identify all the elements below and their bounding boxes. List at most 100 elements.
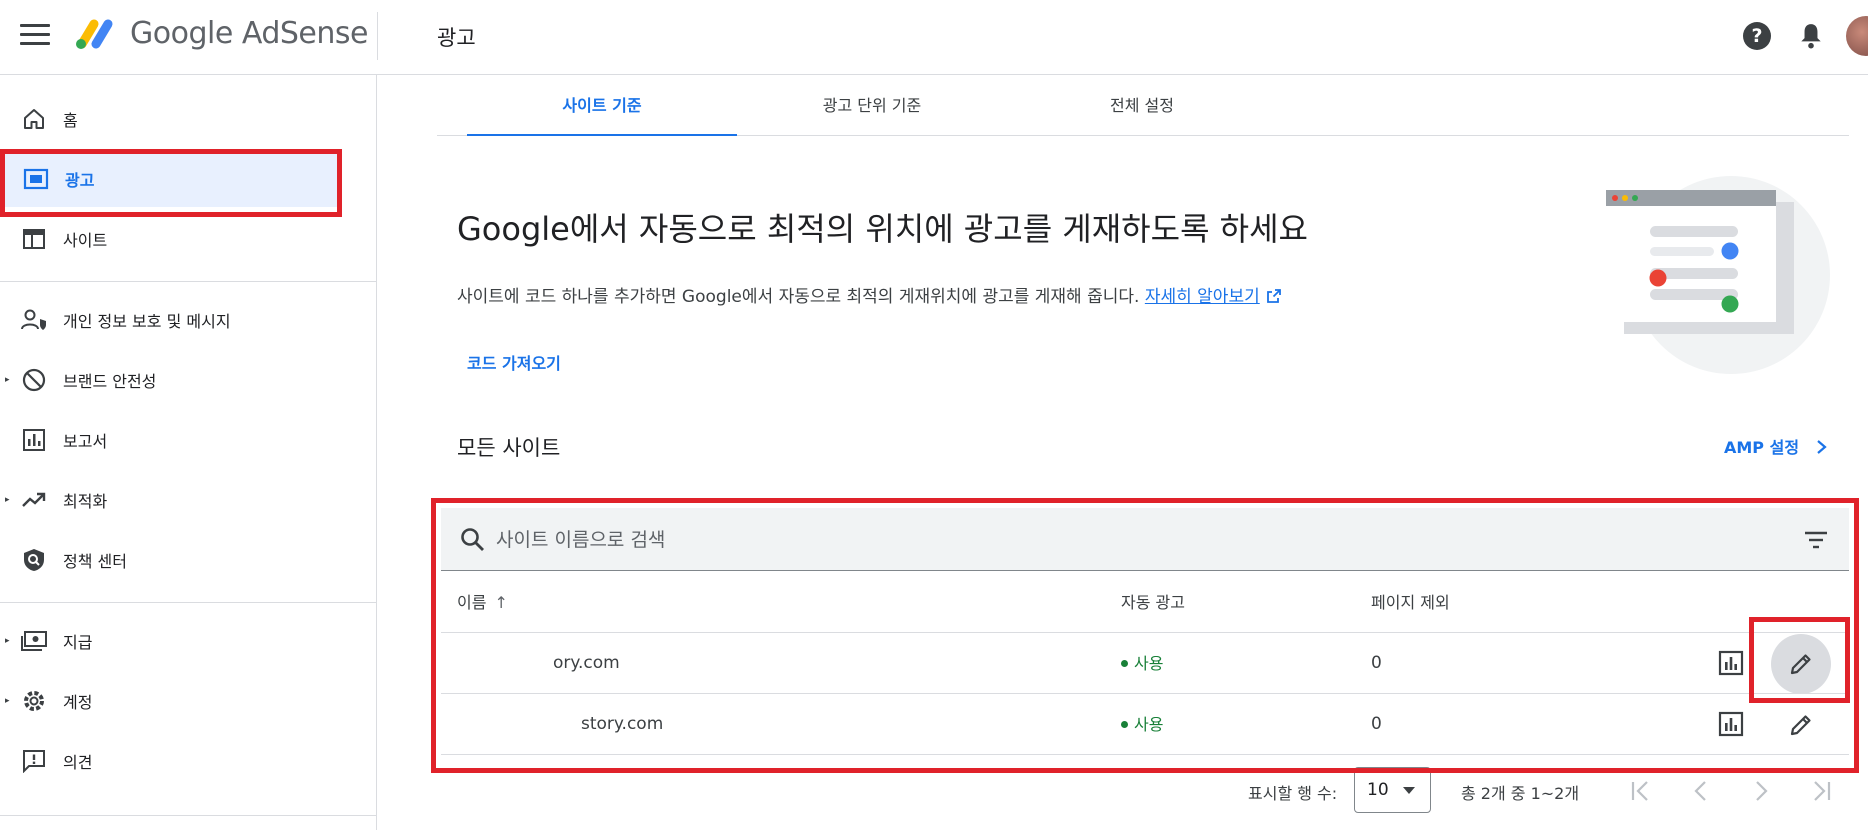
sidebar-item-label: 보고서 [63, 432, 108, 451]
notification-bell-icon[interactable] [1798, 22, 1824, 50]
sidebar-item-label: 계정 [63, 693, 93, 712]
page-exclusions-count: 0 [1371, 714, 1382, 734]
sidebar-item-policy-center[interactable]: 정책 센터 [0, 532, 376, 588]
column-header-name-label: 이름 [457, 593, 487, 612]
auto-ads-status: 사용 [1121, 694, 1163, 756]
first-page-icon[interactable] [1628, 778, 1654, 804]
site-name: story.com [581, 714, 664, 734]
description-text: 사이트에 코드 하나를 추가하면 Google에서 자동으로 최적의 게재위치에… [457, 287, 1140, 307]
auto-ads-heading: Google에서 자동으로 최적의 위치에 광고를 게재하도록 하세요 [457, 210, 1308, 248]
feedback-icon [20, 747, 48, 775]
sidebar-item-sites[interactable]: 사이트 [0, 211, 376, 267]
home-icon [20, 105, 48, 133]
rows-per-page-value: 10 [1367, 780, 1389, 800]
trending-up-icon [20, 486, 48, 514]
auto-ads-description: 사이트에 코드 하나를 추가하면 Google에서 자동으로 최적의 게재위치에… [457, 282, 1282, 307]
search-icon [461, 528, 484, 551]
open-in-new-icon[interactable] [1266, 288, 1282, 304]
status-dot-icon [1121, 660, 1128, 667]
all-sites-heading: 모든 사이트 [457, 436, 561, 460]
ads-icon [22, 165, 50, 193]
top-app-bar: Google AdSense 광고 ? [0, 0, 1868, 75]
sidebar-item-home[interactable]: 홈 [0, 91, 376, 147]
sidebar-item-label: 지급 [63, 633, 93, 652]
block-icon [20, 366, 48, 394]
bar-chart-icon [20, 426, 48, 454]
sidebar-nav: 홈 광고 사이트 개인 정보 보호 및 메시지 ▸ 브랜드 안전성 보고서 ▸ [0, 75, 377, 830]
amp-settings-label: AMP 설정 [1724, 438, 1800, 457]
policy-shield-icon [20, 546, 48, 574]
get-code-button[interactable]: 코드 가져오기 [467, 350, 561, 374]
chevron-right-icon [1816, 440, 1827, 454]
sites-table-header: 이름 ↑ 자동 광고 페이지 제외 [441, 572, 1849, 633]
gear-icon [20, 687, 48, 715]
edit-button[interactable] [1771, 695, 1831, 755]
sidebar-item-label: 사이트 [63, 231, 108, 250]
sites-icon [20, 225, 48, 253]
dropdown-arrow-icon [1403, 787, 1415, 794]
sidebar-divider [0, 815, 376, 816]
menu-icon[interactable] [20, 24, 50, 48]
status-label: 사용 [1134, 715, 1164, 734]
edit-button[interactable] [1771, 634, 1831, 694]
adsense-logo-icon [76, 19, 113, 49]
sidebar-item-label: 개인 정보 보호 및 메시지 [63, 312, 231, 331]
expand-caret-icon: ▸ [5, 375, 10, 385]
report-icon[interactable] [1718, 711, 1744, 737]
expand-caret-icon: ▸ [5, 495, 10, 505]
site-name: ory.com [553, 653, 620, 673]
sidebar-item-ads[interactable]: 광고 [2, 151, 340, 207]
brand-name: Google AdSense [130, 16, 368, 51]
sidebar-divider [0, 281, 376, 282]
sidebar-item-privacy-messaging[interactable]: 개인 정보 보호 및 메시지 [0, 292, 376, 348]
account-avatar[interactable] [1846, 16, 1868, 56]
column-header-page-exclusions: 페이지 제외 [1371, 593, 1450, 612]
header-divider [377, 12, 378, 60]
sidebar-item-label: 광고 [65, 171, 95, 190]
page-title: 광고 [437, 26, 476, 50]
next-page-icon[interactable] [1748, 778, 1774, 804]
rows-per-page-select[interactable]: 10 [1354, 767, 1431, 813]
previous-page-icon[interactable] [1688, 778, 1714, 804]
tab-global-settings[interactable]: 전체 설정 [1007, 75, 1277, 136]
expand-caret-icon: ▸ [5, 696, 10, 706]
page-exclusions-count: 0 [1371, 653, 1382, 673]
pencil-icon [1790, 654, 1811, 675]
sidebar-item-label: 의견 [63, 753, 93, 772]
expand-caret-icon: ▸ [5, 636, 10, 646]
site-search-bar [441, 508, 1849, 571]
sidebar-item-feedback[interactable]: 의견 [0, 733, 376, 789]
site-search-input[interactable] [496, 520, 1736, 560]
table-row[interactable]: ory.com 사용 0 [441, 633, 1849, 694]
auto-ads-status: 사용 [1121, 633, 1163, 695]
status-dot-icon [1121, 721, 1128, 728]
column-header-auto-ads: 자동 광고 [1121, 593, 1185, 612]
filter-icon[interactable] [1803, 528, 1829, 552]
pagination-range: 총 2개 중 1~2개 [1461, 784, 1580, 803]
auto-ads-illustration [1606, 176, 1830, 374]
sidebar-item-account[interactable]: ▸ 계정 [0, 673, 376, 729]
sidebar-item-payments[interactable]: ▸ 지급 [0, 613, 376, 669]
amp-settings-link[interactable]: AMP 설정 [1724, 434, 1829, 458]
help-icon[interactable]: ? [1743, 22, 1771, 50]
payments-icon [20, 627, 48, 655]
column-header-name[interactable]: 이름 ↑ [457, 572, 508, 633]
tab-by-site[interactable]: 사이트 기준 [467, 75, 737, 136]
sidebar-item-optimization[interactable]: ▸ 최적화 [0, 472, 376, 528]
sidebar-item-label: 정책 센터 [63, 552, 127, 571]
tab-bar: 사이트 기준 광고 단위 기준 전체 설정 [437, 75, 1849, 136]
tab-by-ad-unit[interactable]: 광고 단위 기준 [737, 75, 1007, 136]
rows-per-page-label: 표시할 행 수: [1248, 784, 1338, 803]
learn-more-link[interactable]: 자세히 알아보기 [1145, 287, 1260, 307]
pencil-icon [1790, 715, 1811, 736]
sidebar-item-label: 최적화 [63, 492, 108, 511]
status-label: 사용 [1134, 654, 1164, 673]
sidebar-item-label: 브랜드 안전성 [63, 372, 157, 391]
report-icon[interactable] [1718, 650, 1744, 676]
sidebar-item-reports[interactable]: 보고서 [0, 412, 376, 468]
sidebar-item-brand-safety[interactable]: ▸ 브랜드 안전성 [0, 352, 376, 408]
privacy-person-shield-icon [20, 306, 48, 334]
table-row[interactable]: story.com 사용 0 [441, 694, 1849, 755]
sidebar-divider [0, 602, 376, 603]
last-page-icon[interactable] [1808, 778, 1834, 804]
